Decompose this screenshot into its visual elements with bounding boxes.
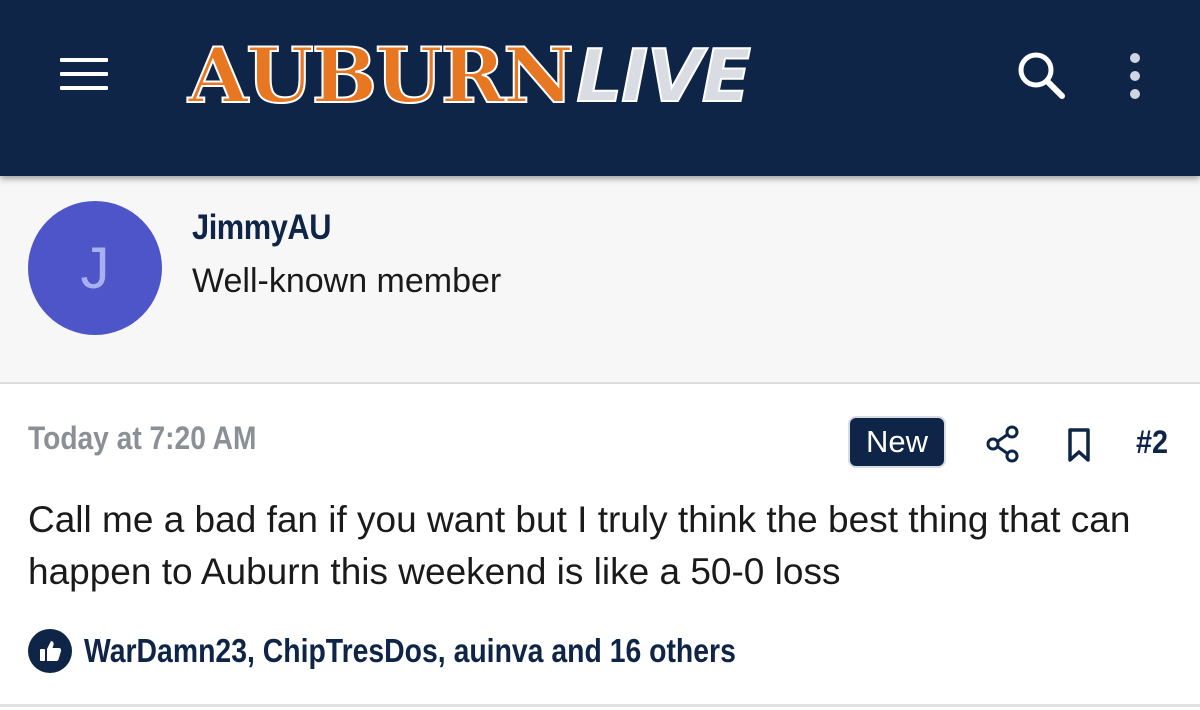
app-header: AUBURN LIVE (0, 0, 1200, 176)
bookmark-icon[interactable] (1062, 426, 1096, 464)
logo-auburn-text: AUBURN (187, 31, 575, 120)
new-badge: New (850, 418, 944, 466)
hamburger-menu-icon[interactable] (56, 54, 112, 94)
author-rank: Well-known member (192, 262, 502, 300)
vertical-ellipsis-icon[interactable] (1118, 48, 1152, 104)
post: Today at 7:20 AM New #2 Call me a bad fa… (0, 386, 1200, 710)
author-username[interactable]: JimmyAU (192, 208, 331, 248)
site-logo[interactable]: AUBURN LIVE (187, 31, 752, 120)
share-icon[interactable] (984, 424, 1022, 464)
post-divider (0, 704, 1200, 707)
reactions-bar[interactable]: WarDamn23, ChipTresDos, auinva and 16 ot… (28, 628, 842, 674)
author-panel: J JimmyAU Well-known member (0, 176, 1200, 384)
post-timestamp[interactable]: Today at 7:20 AM (28, 420, 256, 457)
logo-live-text: LIVE (575, 34, 752, 118)
post-body: Call me a bad fan if you want but I trul… (28, 499, 1131, 592)
thumbs-up-icon (28, 629, 72, 673)
post-number-link[interactable]: #2 (1136, 424, 1168, 461)
reaction-users[interactable]: WarDamn23, ChipTresDos, auinva and 16 ot… (84, 632, 736, 670)
avatar-letter: J (80, 235, 110, 301)
search-icon[interactable] (1012, 48, 1072, 104)
avatar[interactable]: J (28, 201, 162, 335)
